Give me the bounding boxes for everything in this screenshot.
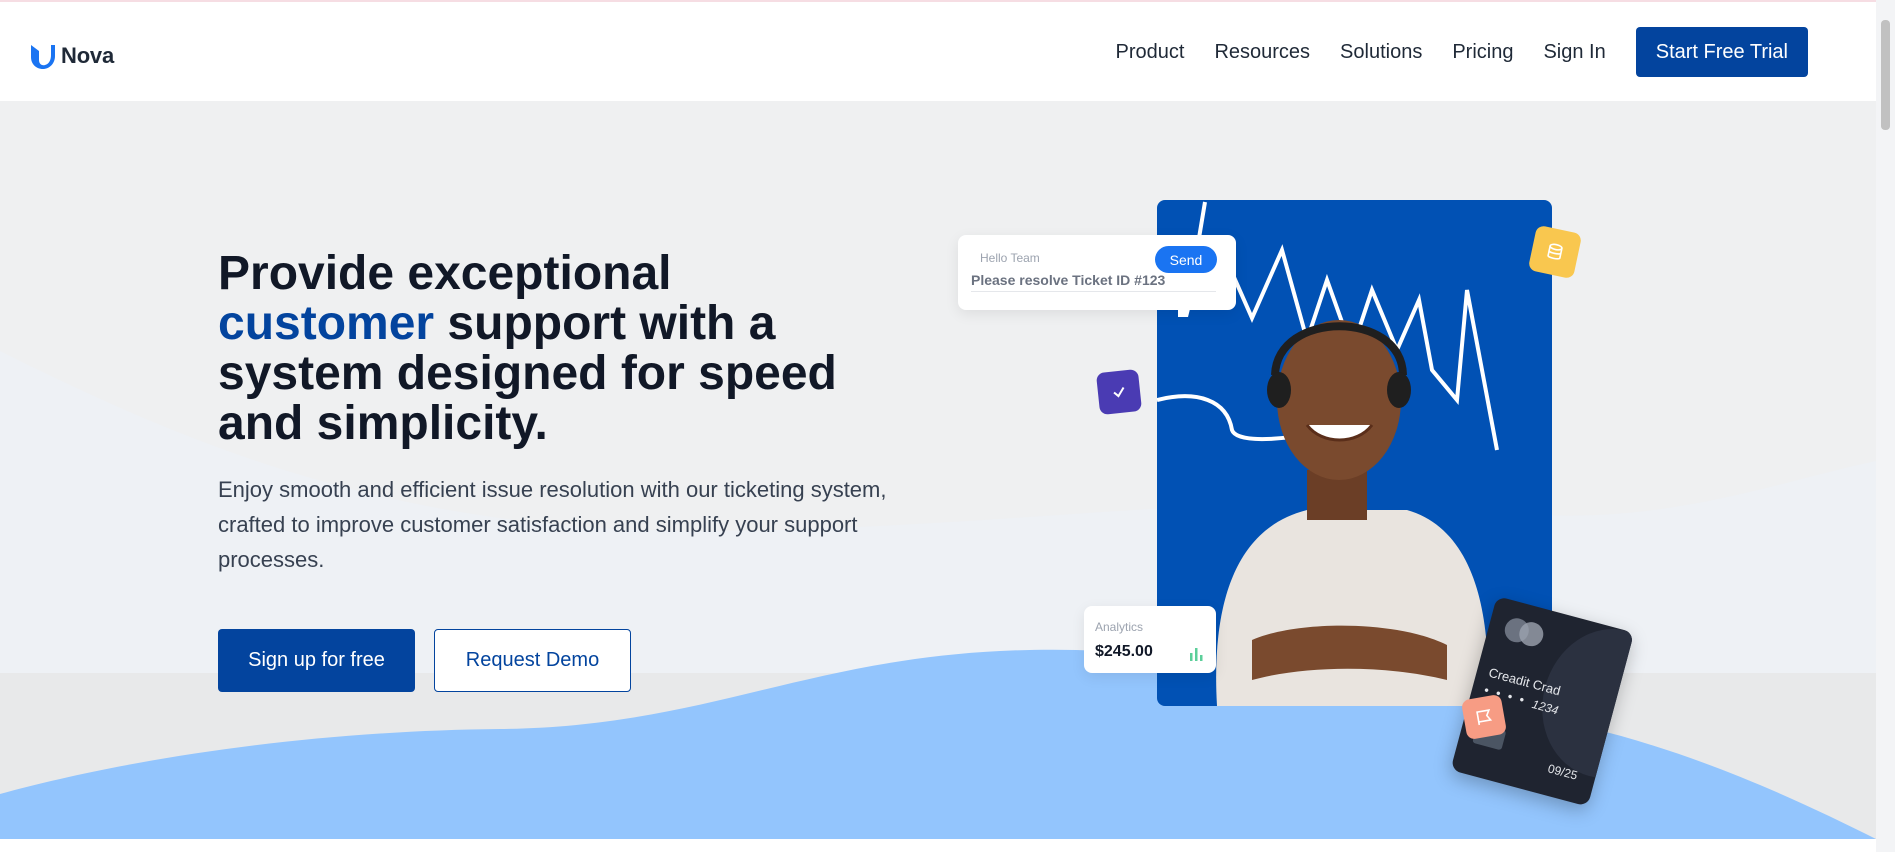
analytics-card: Analytics $245.00	[1084, 606, 1216, 673]
headline-part-1: Provide exceptional	[218, 247, 672, 300]
page-scrollbar[interactable]	[1876, 0, 1895, 852]
main-nav: Product Resources Solutions Pricing Sign…	[1086, 27, 1808, 77]
scrollbar-thumb[interactable]	[1881, 20, 1890, 130]
chat-greeting: Hello Team	[980, 251, 1040, 265]
request-demo-button[interactable]: Request Demo	[434, 629, 631, 692]
brand-logo[interactable]: Nova	[29, 42, 114, 70]
chat-message: Please resolve Ticket ID #123	[971, 272, 1166, 288]
brand-name: Nova	[61, 43, 114, 68]
chat-bubble-tail	[1178, 301, 1192, 317]
hero-section: Provide exceptional customer support with…	[0, 101, 1876, 839]
sign-up-button[interactable]: Sign up for free	[218, 629, 415, 692]
site-header: Nova Product Resources Solutions Pricing…	[0, 2, 1876, 101]
bar-chart-icon	[1190, 648, 1203, 661]
database-icon	[1527, 224, 1583, 280]
page: Nova Product Resources Solutions Pricing…	[0, 0, 1895, 852]
analytics-label: Analytics	[1095, 620, 1144, 634]
chat-divider	[971, 291, 1216, 292]
headline-accent: customer	[218, 297, 435, 350]
chat-send-button[interactable]: Send	[1155, 246, 1217, 273]
nav-sign-in[interactable]: Sign In	[1543, 41, 1605, 64]
check-icon	[1095, 368, 1143, 416]
analytics-value: $245.00	[1095, 643, 1153, 660]
start-free-trial-button[interactable]: Start Free Trial	[1635, 27, 1808, 77]
nav-product[interactable]: Product	[1116, 41, 1185, 64]
nav-resources[interactable]: Resources	[1214, 41, 1310, 64]
nav-pricing[interactable]: Pricing	[1452, 41, 1513, 64]
hero-headline: Provide exceptional customer support with…	[218, 249, 918, 449]
nova-logo-icon	[31, 45, 55, 69]
hero-subtext: Enjoy smooth and efficient issue resolut…	[218, 477, 887, 572]
chat-bubble: Hello Team Please resolve Ticket ID #123…	[958, 235, 1236, 310]
nav-solutions[interactable]: Solutions	[1340, 41, 1422, 64]
flag-icon	[1460, 693, 1508, 741]
